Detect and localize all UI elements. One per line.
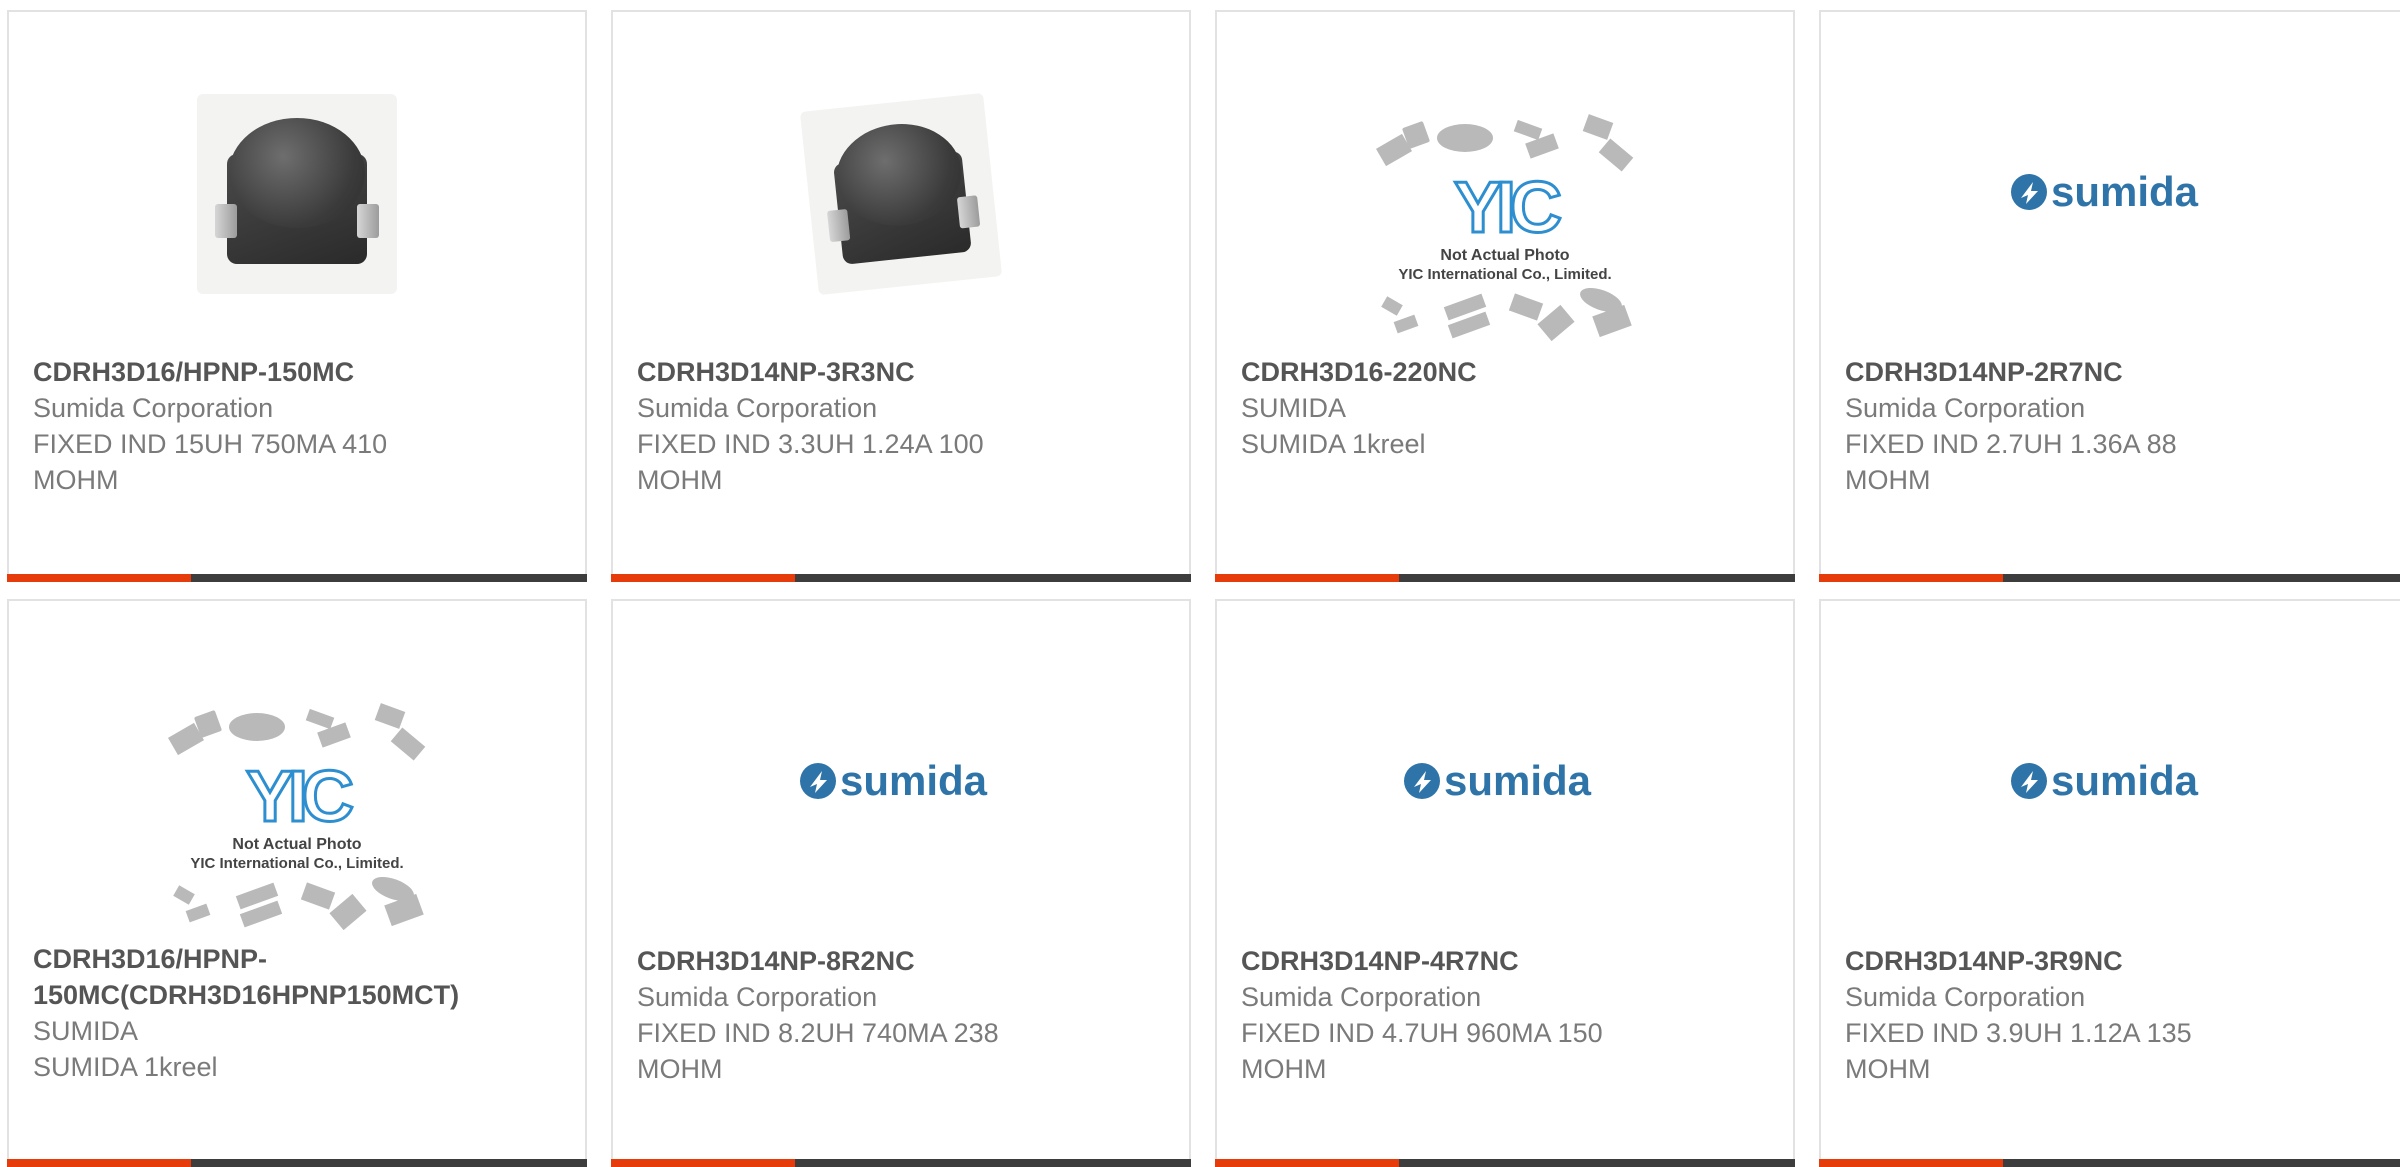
product-card[interactable]: YIC Not Actual Photo YIC International C… bbox=[1215, 10, 1795, 582]
description-cont: MOHM bbox=[637, 465, 723, 495]
sumida-wordmark: sumida bbox=[2051, 757, 2199, 804]
part-number-link[interactable]: CDRH3D14NP-8R2NC bbox=[637, 943, 1169, 979]
product-image[interactable]: sumida bbox=[613, 601, 1189, 941]
card-footer-bar bbox=[611, 1159, 1191, 1167]
manufacturer: SUMIDA bbox=[1241, 393, 1347, 423]
product-image[interactable] bbox=[9, 12, 585, 352]
product-card[interactable]: CDRH3D14NP-3R3NC Sumida Corporation FIXE… bbox=[611, 10, 1191, 582]
product-card[interactable]: sumida CDRH3D14NP-2R7NC Sumida Corporati… bbox=[1819, 10, 2400, 582]
part-number-link[interactable]: CDRH3D16/HPNP-150MC bbox=[33, 354, 565, 390]
product-image[interactable]: sumida bbox=[1217, 601, 1793, 941]
part-number-link[interactable]: CDRH3D14NP-3R9NC bbox=[1845, 943, 2382, 979]
placeholder-caption-2: YIC International Co., Limited. bbox=[190, 855, 403, 872]
yic-placeholder-icon: YIC Not Actual Photo YIC International C… bbox=[168, 703, 426, 931]
yic-brand: YIC bbox=[246, 757, 353, 837]
description-cont: MOHM bbox=[1241, 1054, 1327, 1084]
manufacturer: Sumida Corporation bbox=[33, 393, 274, 423]
yic-placeholder-icon: YIC Not Actual Photo YIC International C… bbox=[1376, 114, 1634, 342]
product-card[interactable]: sumida CDRH3D14NP-4R7NC Sumida Corporati… bbox=[1215, 599, 1795, 1167]
card-footer-bar bbox=[7, 574, 587, 582]
product-grid: CDRH3D16/HPNP-150MC Sumida Corporation F… bbox=[0, 0, 2400, 1167]
sumida-wordmark: sumida bbox=[840, 757, 988, 804]
manufacturer: Sumida Corporation bbox=[1241, 982, 1482, 1012]
description: SUMIDA 1kreel bbox=[1241, 429, 1426, 459]
part-number-link[interactable]: CDRH3D16-220NC bbox=[1241, 354, 1773, 390]
card-footer-bar bbox=[1215, 574, 1795, 582]
manufacturer: Sumida Corporation bbox=[1845, 393, 2086, 423]
product-image[interactable]: sumida bbox=[1821, 12, 2400, 352]
product-image[interactable]: YIC Not Actual Photo YIC International C… bbox=[9, 601, 585, 941]
card-footer-bar bbox=[7, 1159, 587, 1167]
manufacturer: Sumida Corporation bbox=[637, 982, 878, 1012]
product-card[interactable]: YIC Not Actual Photo YIC International C… bbox=[7, 599, 587, 1167]
description-cont: MOHM bbox=[637, 1054, 723, 1084]
part-number-link[interactable]: CDRH3D14NP-2R7NC bbox=[1845, 354, 2382, 390]
product-image[interactable] bbox=[613, 12, 1189, 352]
part-number-link[interactable]: CDRH3D14NP-3R3NC bbox=[637, 354, 1169, 390]
manufacturer: Sumida Corporation bbox=[1845, 982, 2086, 1012]
card-footer-bar bbox=[1819, 574, 2400, 582]
description-cont: MOHM bbox=[1845, 465, 1931, 495]
product-image[interactable]: sumida bbox=[1821, 601, 2400, 941]
sumida-logo-icon: sumida bbox=[1404, 757, 1592, 804]
part-number-link[interactable]: CDRH3D14NP-4R7NC bbox=[1241, 943, 1773, 979]
description-cont: MOHM bbox=[33, 465, 119, 495]
card-footer-bar bbox=[611, 574, 1191, 582]
description: FIXED IND 15UH 750MA 410 bbox=[33, 429, 388, 459]
placeholder-caption-2: YIC International Co., Limited. bbox=[1398, 266, 1611, 283]
card-footer-bar bbox=[1819, 1159, 2400, 1167]
placeholder-caption-1: Not Actual Photo bbox=[1440, 247, 1569, 264]
manufacturer: SUMIDA bbox=[33, 1016, 139, 1046]
manufacturer: Sumida Corporation bbox=[637, 393, 878, 423]
product-card[interactable]: sumida CDRH3D14NP-8R2NC Sumida Corporati… bbox=[611, 599, 1191, 1167]
description: FIXED IND 3.9UH 1.12A 135 bbox=[1845, 1018, 2192, 1048]
yic-brand: YIC bbox=[1454, 168, 1561, 248]
inductor-photo-icon bbox=[197, 94, 397, 294]
product-card[interactable]: CDRH3D16/HPNP-150MC Sumida Corporation F… bbox=[7, 10, 587, 582]
sumida-logo-icon: sumida bbox=[800, 757, 988, 804]
part-number-link[interactable]: CDRH3D16/HPNP- bbox=[33, 941, 565, 977]
description: FIXED IND 4.7UH 960MA 150 bbox=[1241, 1018, 1603, 1048]
inductor-photo-icon bbox=[799, 92, 1003, 296]
sumida-wordmark: sumida bbox=[2051, 168, 2199, 215]
placeholder-caption-1: Not Actual Photo bbox=[232, 836, 361, 853]
product-image[interactable]: YIC Not Actual Photo YIC International C… bbox=[1217, 12, 1793, 352]
description: SUMIDA 1kreel bbox=[33, 1052, 218, 1082]
description: FIXED IND 2.7UH 1.36A 88 bbox=[1845, 429, 2177, 459]
description: FIXED IND 8.2UH 740MA 238 bbox=[637, 1018, 999, 1048]
card-footer-bar bbox=[1215, 1159, 1795, 1167]
description-cont: MOHM bbox=[1845, 1054, 1931, 1084]
part-number-link-cont[interactable]: 150MC(CDRH3D16HPNP150MCT) bbox=[33, 977, 565, 1013]
sumida-logo-icon: sumida bbox=[2010, 168, 2199, 215]
product-card[interactable]: sumida CDRH3D14NP-3R9NC Sumida Corporati… bbox=[1819, 599, 2400, 1167]
sumida-logo-icon: sumida bbox=[2010, 757, 2199, 804]
sumida-wordmark: sumida bbox=[1444, 757, 1592, 804]
description: FIXED IND 3.3UH 1.24A 100 bbox=[637, 429, 984, 459]
